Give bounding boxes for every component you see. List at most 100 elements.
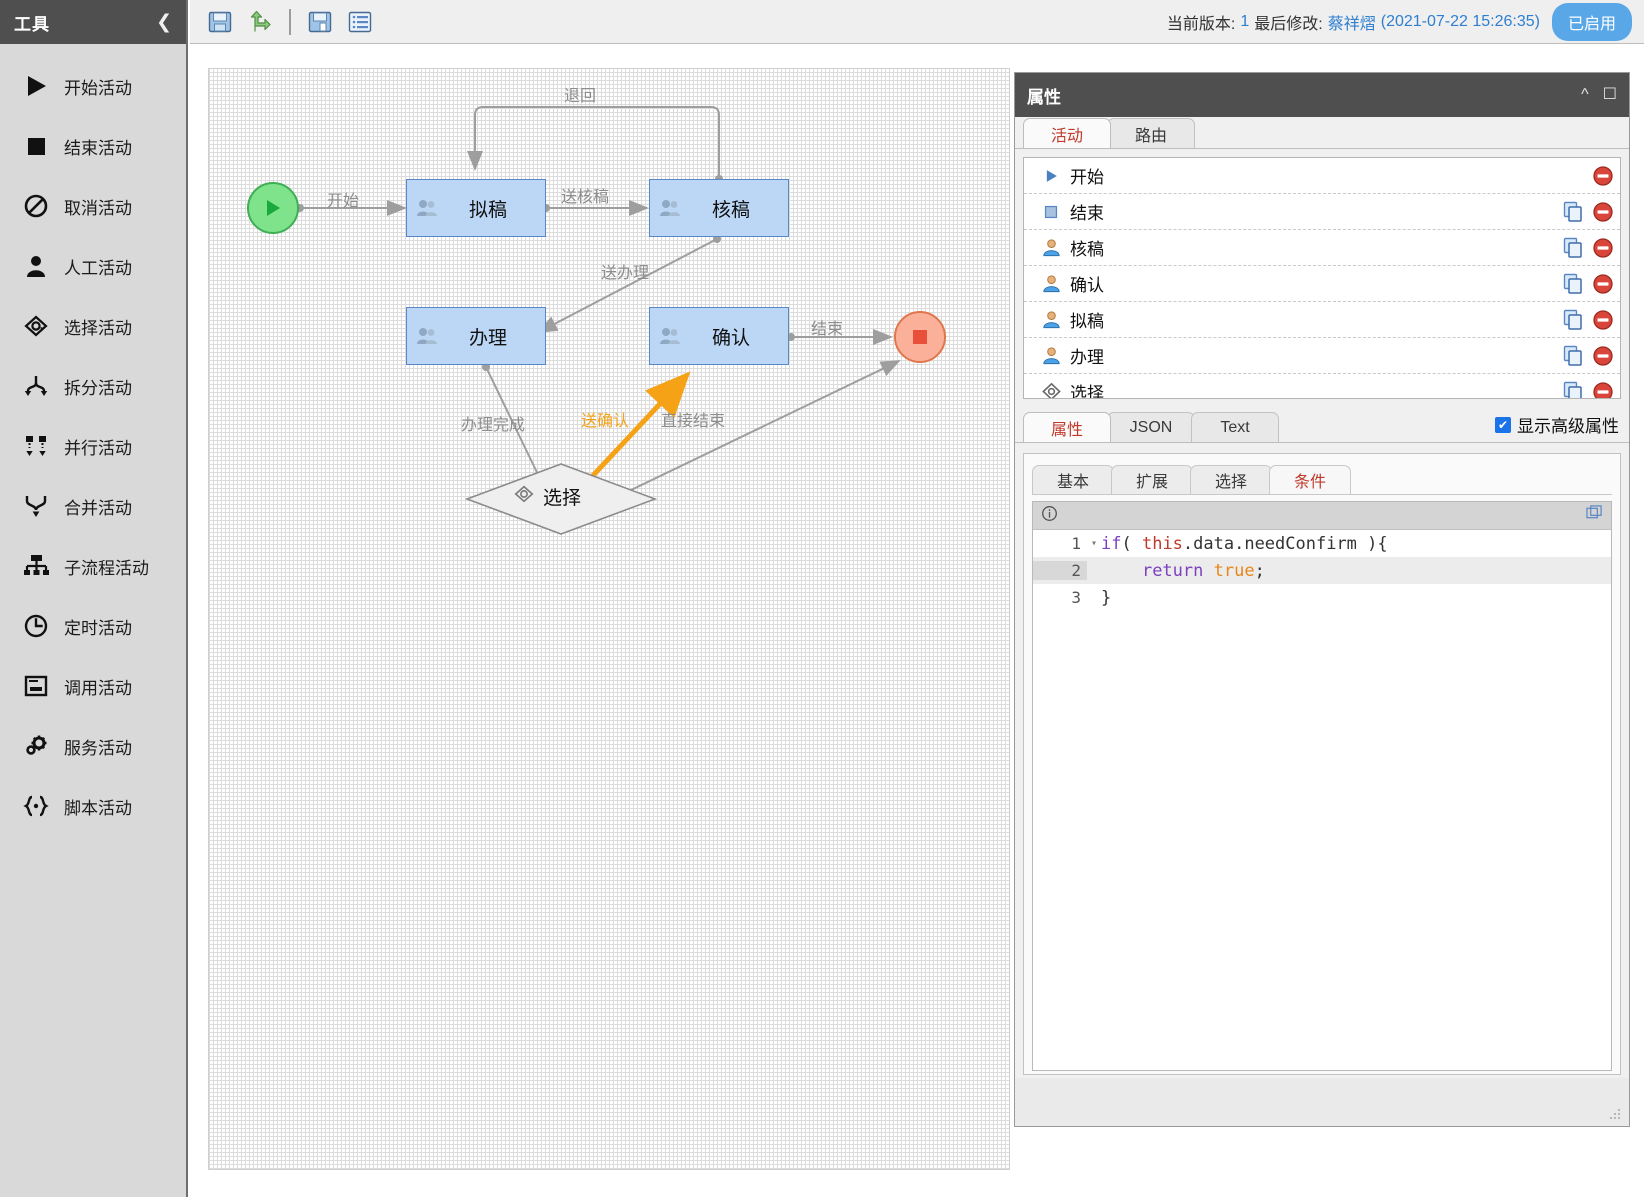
gears-icon [14,727,58,765]
tool-item-子流程活动[interactable]: 子流程活动 [0,536,186,596]
activity-row[interactable]: 办理 [1024,338,1620,374]
node-label: 办理 [447,323,545,350]
detail-panel: 基本扩展选择条件 [1023,453,1621,1075]
detail-tab-Text[interactable]: Text [1191,412,1279,442]
detail-tab-JSON[interactable]: JSON [1107,412,1195,442]
modified-time: (2021-07-22 15:26:35) [1381,13,1540,31]
delete-icon[interactable] [1592,345,1614,367]
tool-item-拆分活动[interactable]: 拆分活动 [0,356,186,416]
detail-tab-属性[interactable]: 属性 [1023,412,1111,442]
activity-name: 选择 [1070,379,1562,399]
deploy-arrow-icon[interactable] [243,5,277,39]
activity-row[interactable]: 开始 [1024,158,1620,194]
activity-row[interactable]: 确认 [1024,266,1620,302]
edge-label-退回: 退回 [564,82,596,106]
flow-canvas[interactable]: 拟稿 核稿 办理 [208,68,1010,1170]
list-view-icon[interactable] [343,5,377,39]
tool-item-服务活动[interactable]: 服务活动 [0,716,186,776]
expand-window-icon[interactable] [1586,505,1603,526]
delete-icon[interactable] [1592,273,1614,295]
delete-icon[interactable] [1592,381,1614,400]
advanced-properties-checkbox[interactable]: ✔ 显示高级属性 [1495,412,1619,437]
node-核稿[interactable]: 核稿 [649,179,789,237]
code-text: if( this.data.needConfirm ){ [1101,534,1388,554]
node-end[interactable] [894,311,946,363]
save-as-icon[interactable] [303,5,337,39]
line-number: 1 [1033,534,1087,553]
edge-label-送核稿: 送核稿 [561,183,609,207]
user-icon [1036,345,1066,366]
line-number: 2 [1033,561,1087,580]
node-label: 核稿 [690,195,788,222]
split-icon [14,367,58,405]
stop-blue-icon [1036,202,1066,222]
code-line[interactable]: 3} [1033,584,1611,611]
stop-icon [910,327,930,347]
version-label: 当前版本: [1167,10,1235,34]
copy-icon[interactable] [1562,273,1584,295]
tab-路由[interactable]: 路由 [1107,118,1195,148]
node-办理[interactable]: 办理 [406,307,546,365]
top-toolbar: 当前版本: 1 最后修改: 蔡祥熠 (2021-07-22 15:26:35) … [190,0,1644,44]
condition-code-editor[interactable]: 1▾if( this.data.needConfirm ){2 return t… [1032,501,1612,1071]
tool-item-调用活动[interactable]: 调用活动 [0,656,186,716]
braces-script-icon [14,787,58,825]
fold-toggle-icon[interactable]: ▾ [1087,538,1101,549]
sub-tab-条件[interactable]: 条件 [1269,465,1351,494]
activity-name: 结束 [1070,199,1562,224]
tool-item-合并活动[interactable]: 合并活动 [0,476,186,536]
activity-list[interactable]: 开始结束核稿确认拟稿办理选择 [1023,157,1621,399]
status-badge[interactable]: 已启用 [1552,3,1632,41]
choice-icon [513,483,535,510]
delete-icon[interactable] [1592,201,1614,223]
activity-row[interactable]: 选择 [1024,374,1620,399]
copy-icon[interactable] [1562,237,1584,259]
tool-item-脚本活动[interactable]: 脚本活动 [0,776,186,836]
sidebar-title: 工具 [14,10,156,35]
sub-tab-基本[interactable]: 基本 [1032,465,1114,494]
tool-item-结束活动[interactable]: 结束活动 [0,116,186,176]
copy-icon[interactable] [1562,381,1584,400]
copy-icon[interactable] [1562,345,1584,367]
resize-grip-icon[interactable] [1609,1108,1621,1120]
copy-icon[interactable] [1562,201,1584,223]
tool-item-开始活动[interactable]: 开始活动 [0,56,186,116]
info-circle-icon[interactable] [1041,505,1058,527]
code-line[interactable]: 1▾if( this.data.needConfirm ){ [1033,530,1611,557]
chevron-up-icon[interactable]: ^ [1581,87,1589,103]
sub-tab-扩展[interactable]: 扩展 [1111,465,1193,494]
code-lines[interactable]: 1▾if( this.data.needConfirm ){2 return t… [1033,530,1611,611]
sub-tab-选择[interactable]: 选择 [1190,465,1272,494]
edge-label-直接结束: 直接结束 [661,407,725,431]
tool-item-并行活动[interactable]: 并行活动 [0,416,186,476]
properties-panel: 属性 ^ ☐ 活动路由 开始结束核稿确认拟稿办理选择 ✔ 显示高级属性 属性JS… [1014,72,1630,1127]
tool-item-选择活动[interactable]: 选择活动 [0,296,186,356]
parallel-icon [14,427,58,465]
tool-item-取消活动[interactable]: 取消活动 [0,176,186,236]
tool-item-人工活动[interactable]: 人工活动 [0,236,186,296]
delete-icon[interactable] [1592,165,1614,187]
version-value: 1 [1240,13,1249,31]
tool-item-label: 结束活动 [64,134,132,159]
code-text: return true; [1101,561,1265,581]
tab-活动[interactable]: 活动 [1023,118,1111,148]
tool-item-label: 取消活动 [64,194,132,219]
tool-item-label: 定时活动 [64,614,132,639]
node-选择[interactable]: 选择 [475,465,647,533]
node-拟稿[interactable]: 拟稿 [406,179,546,237]
chevron-left-icon[interactable]: ❮ [156,13,172,32]
delete-icon[interactable] [1592,309,1614,331]
activity-row[interactable]: 结束 [1024,194,1620,230]
save-icon[interactable] [203,5,237,39]
tool-item-定时活动[interactable]: 定时活动 [0,596,186,656]
modified-by: 蔡祥熠 [1328,10,1376,34]
maximize-icon[interactable]: ☐ [1603,87,1617,103]
node-start[interactable] [247,182,299,234]
checkbox-mark[interactable]: ✔ [1495,417,1511,433]
code-line[interactable]: 2 return true; [1033,557,1611,584]
activity-row[interactable]: 核稿 [1024,230,1620,266]
delete-icon[interactable] [1592,237,1614,259]
copy-icon[interactable] [1562,309,1584,331]
node-确认[interactable]: 确认 [649,307,789,365]
activity-row[interactable]: 拟稿 [1024,302,1620,338]
